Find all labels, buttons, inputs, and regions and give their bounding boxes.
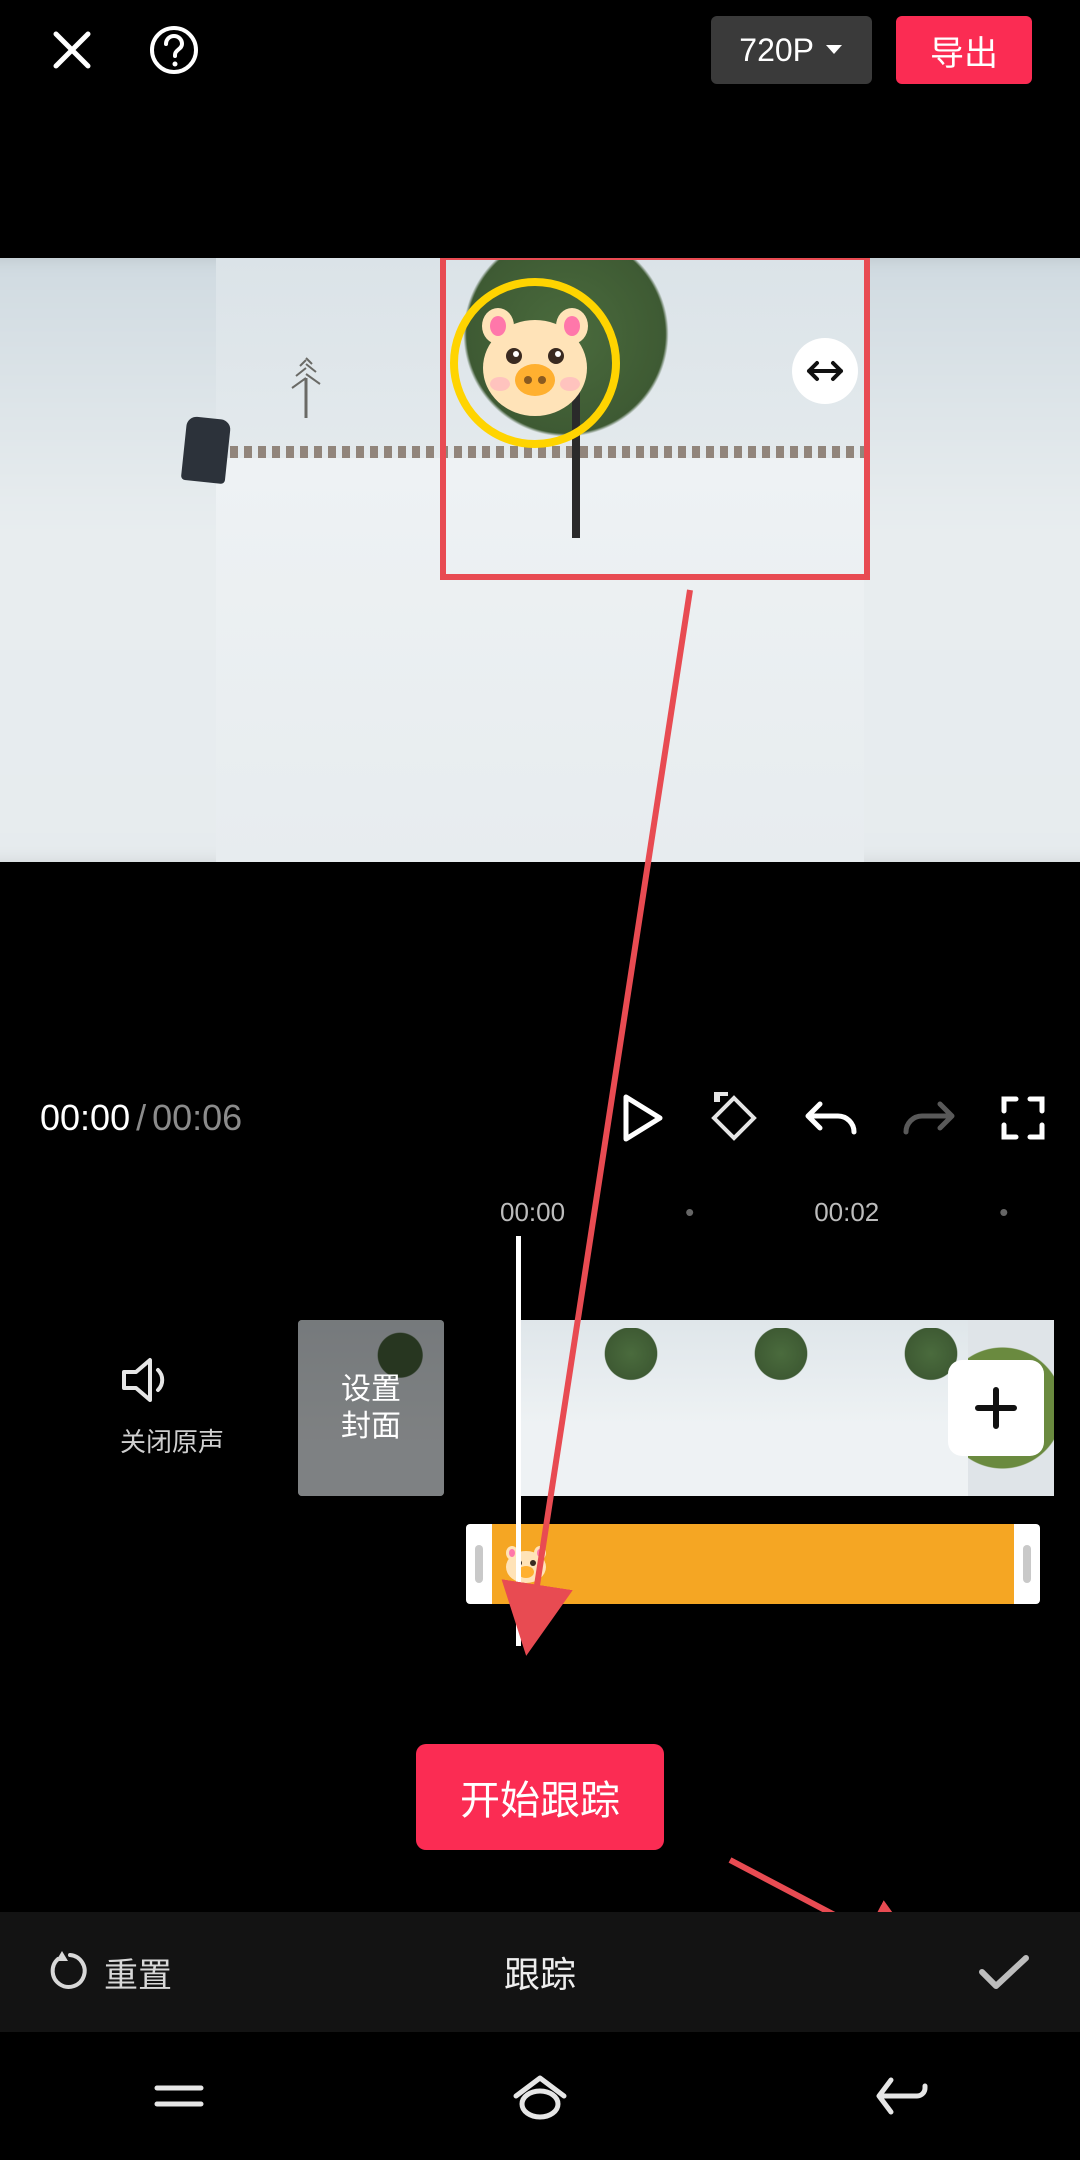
reset-label: 重置: [104, 1948, 172, 1997]
reset-button[interactable]: 重置: [48, 1948, 172, 1997]
undo-icon[interactable]: [804, 1096, 858, 1140]
scene-person: [181, 416, 231, 484]
mute-label: 关闭原声: [120, 1422, 224, 1459]
pig-sticker-icon: [502, 1545, 550, 1583]
clip-handle-left[interactable]: [475, 1545, 483, 1583]
resolution-button[interactable]: 720P: [711, 16, 872, 84]
timeline-tracks[interactable]: 关闭原声 设置 封面: [0, 1320, 1080, 1530]
resolution-label: 720P: [739, 32, 814, 69]
current-time: 00:00: [40, 1097, 130, 1138]
sticker-track-clip[interactable]: [466, 1524, 1040, 1604]
tracking-target-circle[interactable]: [450, 278, 620, 448]
resize-arrows-icon: [805, 359, 845, 383]
panel-title: 跟踪: [504, 1946, 576, 1998]
add-clip-button[interactable]: [948, 1360, 1044, 1456]
pig-sticker-icon: [470, 298, 600, 428]
set-cover-button[interactable]: 设置 封面: [298, 1320, 444, 1496]
start-tracking-label: 开始跟踪: [460, 1779, 620, 1823]
speaker-icon: [120, 1356, 174, 1404]
clip-handle-right[interactable]: [1023, 1545, 1031, 1583]
tracking-panel-bar: 重置 跟踪: [0, 1912, 1080, 2032]
mute-toggle[interactable]: 关闭原声: [120, 1356, 224, 1459]
nav-back-icon[interactable]: [873, 2074, 929, 2118]
video-clip-thumb[interactable]: [818, 1320, 968, 1496]
preview-frame: [216, 258, 864, 862]
system-nav-bar: [0, 2032, 1080, 2160]
total-time: 00:06: [152, 1097, 242, 1138]
play-icon[interactable]: [620, 1093, 664, 1143]
reset-icon: [48, 1951, 90, 1993]
video-clip-thumb[interactable]: [518, 1320, 668, 1496]
cover-label: 设置 封面: [341, 1371, 401, 1446]
close-icon[interactable]: [48, 26, 96, 74]
playback-controls: 00:00/00:06: [0, 1082, 1080, 1154]
video-clip-thumb[interactable]: [668, 1320, 818, 1496]
keyframe-icon[interactable]: [708, 1092, 760, 1144]
redo-icon[interactable]: [902, 1096, 956, 1140]
plus-icon: [974, 1386, 1018, 1430]
nav-recent-icon[interactable]: [151, 2076, 207, 2116]
top-bar: 720P 导出: [0, 0, 1080, 100]
nav-home-icon[interactable]: [510, 2072, 570, 2120]
export-button[interactable]: 导出: [896, 16, 1032, 84]
timeline-ruler: 00:00 • 00:02 •: [0, 1190, 1080, 1234]
start-tracking-button[interactable]: 开始跟踪: [416, 1744, 664, 1850]
video-preview[interactable]: [0, 258, 1080, 862]
ruler-tick: 00:00: [500, 1197, 565, 1228]
help-icon[interactable]: [148, 24, 200, 76]
confirm-button[interactable]: [976, 1952, 1032, 1992]
ruler-tick: 00:02: [814, 1197, 879, 1228]
resize-handle[interactable]: [792, 338, 858, 404]
ruler-dot: •: [685, 1197, 694, 1228]
fullscreen-icon[interactable]: [1000, 1095, 1046, 1141]
check-icon: [976, 1952, 1032, 1992]
chevron-down-icon: [824, 43, 844, 57]
scene-small-tree: [286, 348, 326, 418]
playhead[interactable]: [516, 1236, 521, 1646]
time-display: 00:00/00:06: [40, 1097, 242, 1139]
ruler-dot: •: [999, 1197, 1008, 1228]
export-label: 导出: [930, 26, 998, 75]
